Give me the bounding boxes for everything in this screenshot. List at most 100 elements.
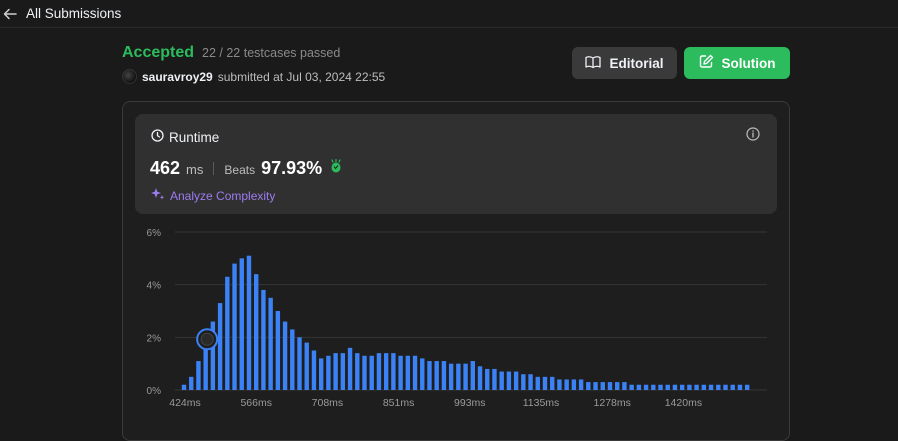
- chart-bar[interactable]: [420, 358, 425, 390]
- chart-bar[interactable]: [225, 276, 230, 390]
- chart-bar[interactable]: [651, 384, 656, 390]
- chart-bar[interactable]: [304, 342, 309, 390]
- chart-bar[interactable]: [615, 382, 620, 390]
- chart-bar[interactable]: [376, 353, 382, 390]
- chart-bar[interactable]: [737, 384, 743, 390]
- chart-bar[interactable]: [470, 361, 475, 390]
- chart-bar[interactable]: [362, 355, 367, 390]
- editorial-label: Editorial: [609, 55, 664, 71]
- chart-bar[interactable]: [643, 384, 649, 390]
- chart-bar[interactable]: [261, 289, 266, 390]
- back-arrow-icon[interactable]: [2, 6, 18, 22]
- status-accepted: Accepted: [122, 44, 195, 61]
- sparkle-icon: [151, 187, 165, 204]
- chart-bar[interactable]: [600, 382, 605, 390]
- analyze-complexity-link[interactable]: Analyze Complexity: [151, 187, 275, 204]
- chart-bar[interactable]: [369, 355, 374, 390]
- chart-bar[interactable]: [723, 384, 728, 390]
- chart-bar[interactable]: [477, 366, 483, 390]
- runtime-unit: ms: [186, 162, 204, 177]
- chart-bar[interactable]: [347, 347, 353, 390]
- chart-bar[interactable]: [217, 303, 223, 390]
- chart-bar[interactable]: [246, 255, 252, 390]
- x-tick-label: 1135ms: [523, 397, 560, 409]
- chart-bar[interactable]: [513, 371, 519, 390]
- chart-bar[interactable]: [658, 384, 663, 390]
- chart-bar[interactable]: [744, 384, 750, 390]
- chart-bar[interactable]: [318, 358, 324, 390]
- chart-bar[interactable]: [528, 374, 533, 390]
- chart-bar[interactable]: [535, 376, 540, 390]
- chart-bar[interactable]: [196, 361, 201, 390]
- chart-bar[interactable]: [564, 379, 569, 390]
- chart-bar[interactable]: [701, 384, 707, 390]
- chart-bar[interactable]: [506, 371, 512, 390]
- chart-bar[interactable]: [586, 382, 591, 390]
- chart-bar[interactable]: [672, 384, 678, 390]
- chart-bar[interactable]: [391, 353, 396, 390]
- chart-bar[interactable]: [665, 384, 670, 390]
- chart-bar[interactable]: [499, 371, 504, 390]
- chart-bar[interactable]: [687, 384, 692, 390]
- chart-bar[interactable]: [355, 353, 360, 390]
- chart-bar[interactable]: [326, 355, 331, 390]
- chart-bar[interactable]: [268, 297, 273, 390]
- submitter-info: sauravroy29 submitted at Jul 03, 2024 22…: [122, 69, 385, 84]
- chart-bar[interactable]: [708, 384, 714, 390]
- chart-bar[interactable]: [441, 361, 447, 390]
- chart-bar[interactable]: [607, 382, 613, 390]
- chart-bar[interactable]: [434, 361, 439, 390]
- clap-icon: [328, 158, 344, 179]
- chart-bar[interactable]: [239, 258, 244, 390]
- chart-bar[interactable]: [311, 350, 317, 391]
- chart-bar[interactable]: [550, 376, 555, 390]
- username[interactable]: sauravroy29: [142, 70, 213, 84]
- chart-bar[interactable]: [427, 361, 432, 390]
- chart-bar[interactable]: [716, 384, 721, 390]
- chart-bar[interactable]: [542, 376, 548, 390]
- chart-bar[interactable]: [290, 329, 295, 390]
- chart-bar[interactable]: [694, 384, 699, 390]
- chart-bar[interactable]: [463, 363, 468, 390]
- chart-bar[interactable]: [232, 263, 237, 390]
- chart-bar[interactable]: [282, 321, 288, 390]
- chart-bar[interactable]: [297, 337, 302, 390]
- testcases-passed: 22 / 22 testcases passed: [202, 46, 341, 60]
- chart-bar[interactable]: [492, 368, 497, 390]
- chart-bar[interactable]: [189, 376, 194, 390]
- chart-bar[interactable]: [412, 355, 418, 390]
- chart-bar[interactable]: [254, 274, 259, 390]
- chart-bar[interactable]: [571, 379, 577, 390]
- solution-button[interactable]: Solution: [684, 47, 790, 79]
- chart-bar[interactable]: [622, 382, 627, 390]
- runtime-card: Runtime 462 ms Beats 97.93% Analyze Comp…: [135, 114, 777, 214]
- chart-bar[interactable]: [405, 355, 411, 390]
- info-icon[interactable]: [746, 127, 760, 141]
- marker-avatar: [200, 332, 214, 346]
- book-icon: [585, 55, 602, 72]
- chart-bar[interactable]: [485, 368, 490, 390]
- x-tick-label: 993ms: [454, 397, 486, 409]
- chart-bar[interactable]: [730, 384, 735, 390]
- all-submissions-link[interactable]: All Submissions: [26, 6, 121, 21]
- runtime-title: Runtime: [169, 129, 220, 145]
- avatar[interactable]: [122, 69, 137, 84]
- editorial-button[interactable]: Editorial: [572, 47, 677, 79]
- chart-bar[interactable]: [448, 363, 454, 390]
- chart-bar[interactable]: [383, 353, 389, 390]
- chart-bar[interactable]: [340, 353, 346, 390]
- chart-bar[interactable]: [181, 384, 187, 390]
- chart-bar[interactable]: [203, 345, 208, 390]
- chart-bar[interactable]: [679, 384, 685, 390]
- chart-bar[interactable]: [333, 353, 338, 390]
- chart-bar[interactable]: [578, 379, 584, 390]
- chart-bar[interactable]: [398, 355, 403, 390]
- chart-bar[interactable]: [557, 379, 562, 390]
- chart-bar[interactable]: [593, 382, 598, 390]
- chart-bar[interactable]: [636, 384, 642, 390]
- clock-icon: [151, 129, 164, 145]
- chart-bar[interactable]: [521, 374, 526, 390]
- chart-bar[interactable]: [629, 384, 634, 390]
- chart-bar[interactable]: [456, 363, 461, 390]
- chart-bar[interactable]: [275, 311, 281, 390]
